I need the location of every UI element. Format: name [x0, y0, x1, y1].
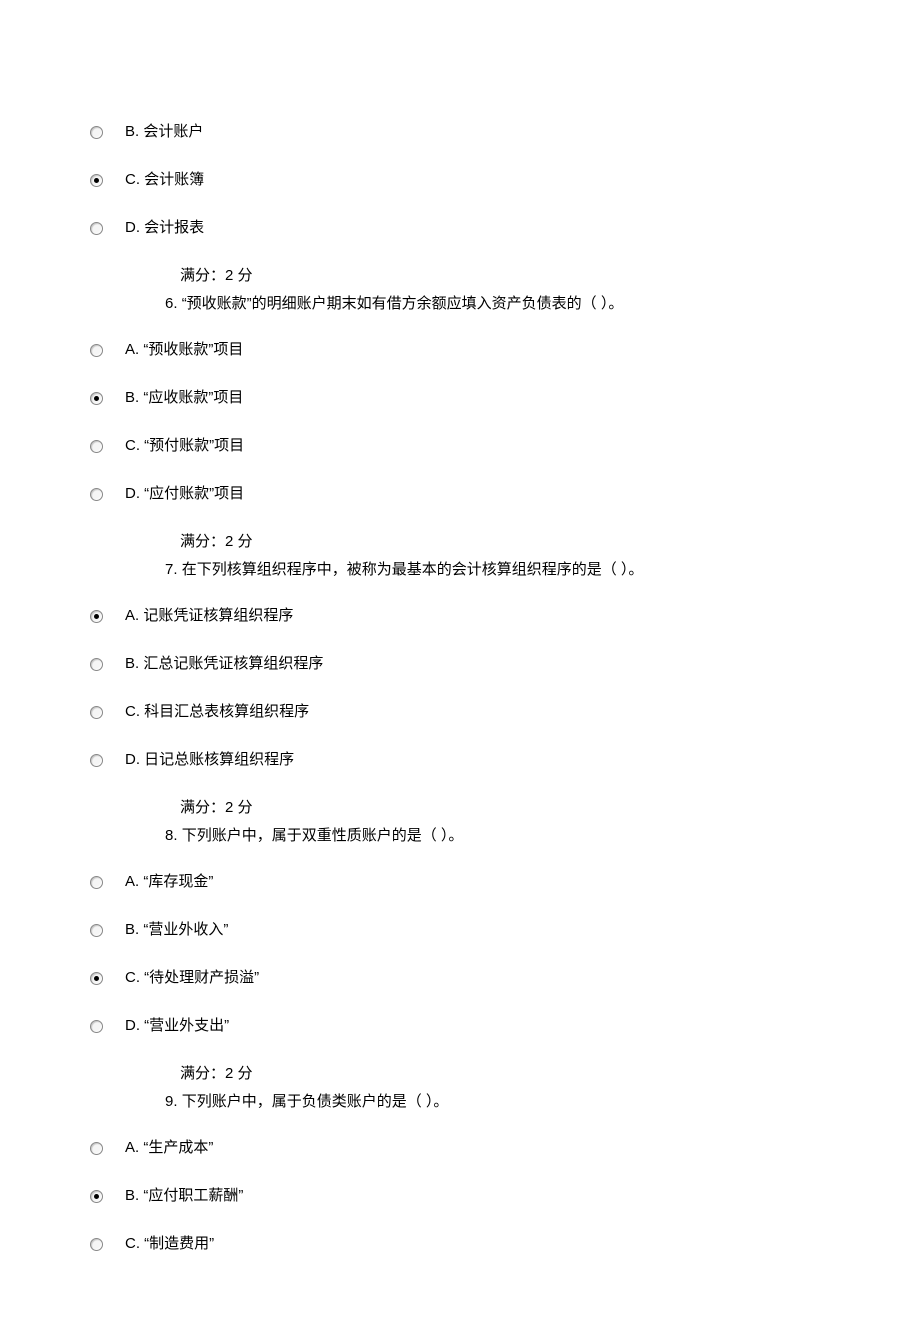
- radio-icon[interactable]: [90, 126, 103, 139]
- question-text: 6. “预收账款”的明细账户期末如有借方余额应填入资产负债表的（ ）。: [165, 292, 830, 316]
- option-row[interactable]: B. “营业外收入”: [90, 918, 830, 942]
- option-row[interactable]: C. 科目汇总表核算组织程序: [90, 700, 830, 724]
- option-row[interactable]: D. “营业外支出”: [90, 1014, 830, 1038]
- radio-icon[interactable]: [90, 1020, 103, 1033]
- option-label: D. “营业外支出”: [125, 1014, 229, 1038]
- question-text: 7. 在下列核算组织程序中，被称为最基本的会计核算组织程序的是（ ）。: [165, 558, 830, 582]
- option-label: B. 会计账户: [125, 120, 203, 144]
- question-stem: 在下列核算组织程序中，被称为最基本的会计核算组织程序的是（ ）。: [182, 561, 644, 578]
- option-label: D. 会计报表: [125, 216, 204, 240]
- option-label: C. “预付账款”项目: [125, 434, 244, 458]
- option-label: B. “应付职工薪酬”: [125, 1184, 243, 1208]
- option-row[interactable]: B. 汇总记账凭证核算组织程序: [90, 652, 830, 676]
- radio-icon[interactable]: [90, 658, 103, 671]
- radio-icon[interactable]: [90, 610, 103, 623]
- option-label: C. 会计账簿: [125, 168, 204, 192]
- question-number: 9.: [165, 1093, 178, 1110]
- option-label: A. “生产成本”: [125, 1136, 213, 1160]
- option-label: A. 记账凭证核算组织程序: [125, 604, 293, 628]
- radio-icon[interactable]: [90, 1142, 103, 1155]
- radio-icon[interactable]: [90, 344, 103, 357]
- option-row[interactable]: C. 会计账簿: [90, 168, 830, 192]
- question-list: B. 会计账户C. 会计账簿D. 会计报表满分：2 分6. “预收账款”的明细账…: [90, 120, 830, 1256]
- radio-icon[interactable]: [90, 876, 103, 889]
- option-label: C. “制造费用”: [125, 1232, 214, 1256]
- score-text: 满分：2 分: [180, 264, 830, 288]
- option-label: B. “应收账款”项目: [125, 386, 243, 410]
- question-stem: 下列账户中，属于负债类账户的是（ ）。: [182, 1093, 449, 1110]
- radio-icon[interactable]: [90, 222, 103, 235]
- question-text: 9. 下列账户中，属于负债类账户的是（ ）。: [165, 1090, 830, 1114]
- question-text: 8. 下列账户中，属于双重性质账户的是（ ）。: [165, 824, 830, 848]
- radio-icon[interactable]: [90, 1238, 103, 1251]
- score-text: 满分：2 分: [180, 1062, 830, 1086]
- option-row[interactable]: C. “预付账款”项目: [90, 434, 830, 458]
- option-label: D. 日记总账核算组织程序: [125, 748, 294, 772]
- option-row[interactable]: A. “生产成本”: [90, 1136, 830, 1160]
- option-row[interactable]: B. 会计账户: [90, 120, 830, 144]
- option-label: A. “预收账款”项目: [125, 338, 243, 362]
- radio-icon[interactable]: [90, 488, 103, 501]
- question-stem: 下列账户中，属于双重性质账户的是（ ）。: [182, 827, 464, 844]
- option-row[interactable]: C. “制造费用”: [90, 1232, 830, 1256]
- option-row[interactable]: D. 会计报表: [90, 216, 830, 240]
- question-number: 6.: [165, 295, 178, 312]
- radio-icon[interactable]: [90, 1190, 103, 1203]
- radio-icon[interactable]: [90, 392, 103, 405]
- question-number: 8.: [165, 827, 178, 844]
- option-row[interactable]: A. “预收账款”项目: [90, 338, 830, 362]
- question-number: 7.: [165, 561, 178, 578]
- score-text: 满分：2 分: [180, 530, 830, 554]
- option-label: B. “营业外收入”: [125, 918, 228, 942]
- radio-icon[interactable]: [90, 754, 103, 767]
- option-label: C. “待处理财产损溢”: [125, 966, 259, 990]
- option-label: D. “应付账款”项目: [125, 482, 244, 506]
- radio-icon[interactable]: [90, 440, 103, 453]
- option-row[interactable]: B. “应付职工薪酬”: [90, 1184, 830, 1208]
- option-label: A. “库存现金”: [125, 870, 213, 894]
- radio-icon[interactable]: [90, 174, 103, 187]
- option-row[interactable]: A. 记账凭证核算组织程序: [90, 604, 830, 628]
- option-row[interactable]: A. “库存现金”: [90, 870, 830, 894]
- radio-icon[interactable]: [90, 706, 103, 719]
- option-row[interactable]: C. “待处理财产损溢”: [90, 966, 830, 990]
- radio-icon[interactable]: [90, 972, 103, 985]
- radio-icon[interactable]: [90, 924, 103, 937]
- option-label: B. 汇总记账凭证核算组织程序: [125, 652, 323, 676]
- option-row[interactable]: D. “应付账款”项目: [90, 482, 830, 506]
- option-row[interactable]: B. “应收账款”项目: [90, 386, 830, 410]
- question-stem: “预收账款”的明细账户期末如有借方余额应填入资产负债表的（ ）。: [182, 295, 624, 312]
- option-row[interactable]: D. 日记总账核算组织程序: [90, 748, 830, 772]
- score-text: 满分：2 分: [180, 796, 830, 820]
- option-label: C. 科目汇总表核算组织程序: [125, 700, 309, 724]
